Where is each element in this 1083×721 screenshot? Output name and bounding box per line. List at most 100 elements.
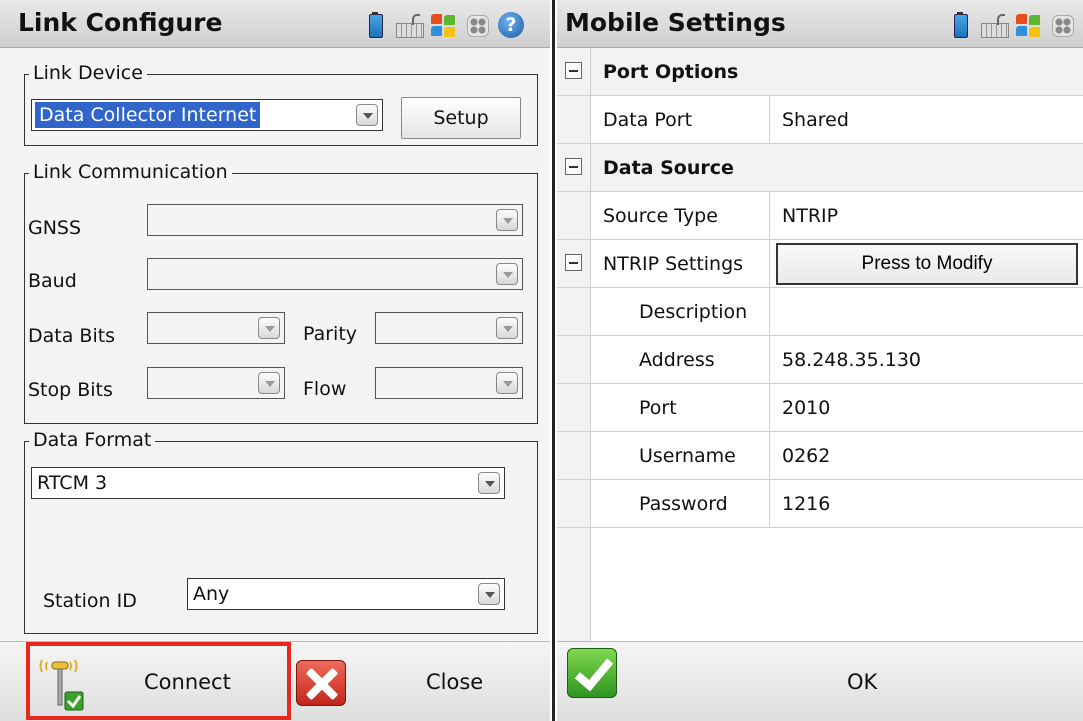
chevron-down-icon[interactable] — [478, 472, 500, 494]
chevron-down-icon[interactable] — [356, 104, 378, 126]
ok-label: OK — [847, 670, 878, 694]
panel-divider — [550, 0, 557, 721]
title-bar: Link Configure ? — [0, 0, 550, 48]
link-communication-legend: Link Communication — [29, 161, 232, 183]
battery-icon[interactable] — [362, 12, 388, 38]
row-gutter — [557, 144, 591, 191]
connect-button[interactable]: Connect — [26, 642, 291, 721]
close-icon — [296, 660, 346, 706]
press-to-modify-button[interactable]: Press to Modify — [776, 243, 1078, 285]
property-value: NTRIP — [782, 205, 839, 227]
row-data-port[interactable]: Data Port Shared — [557, 96, 1083, 144]
property-name: Address — [639, 349, 715, 371]
row-password[interactable]: Password 1216 — [557, 480, 1083, 528]
data-format-value: RTCM 3 — [37, 472, 108, 494]
section-data-source[interactable]: Data Source — [557, 144, 1083, 192]
data-format-select[interactable]: RTCM 3 — [31, 467, 505, 499]
row-gutter — [557, 432, 591, 479]
section-label: Port Options — [603, 61, 739, 83]
chevron-down-icon — [496, 209, 518, 231]
row-gutter — [557, 336, 591, 383]
ok-button[interactable]: OK — [557, 642, 1083, 721]
close-label: Close — [426, 670, 484, 694]
row-source-type[interactable]: Source Type NTRIP — [557, 192, 1083, 240]
link-configure-window: Link Configure ? Link Device Data Collec… — [0, 0, 550, 721]
chevron-down-icon — [258, 372, 280, 394]
row-username[interactable]: Username 0262 — [557, 432, 1083, 480]
connect-label: Connect — [144, 670, 231, 694]
link-device-value: Data Collector Internet — [35, 102, 261, 128]
collapse-icon[interactable] — [565, 62, 582, 79]
keyboard-icon[interactable] — [396, 12, 424, 38]
link-device-select[interactable]: Data Collector Internet — [31, 99, 383, 131]
baud-select — [147, 258, 523, 290]
property-name: Data Port — [603, 109, 693, 131]
system-tray: ? — [362, 11, 524, 39]
checkmark-icon — [567, 648, 617, 698]
link-device-group: Link Device Data Collector Internet Setu… — [24, 62, 538, 146]
section-port-options[interactable]: Port Options — [557, 48, 1083, 96]
station-id-label: Station ID — [43, 590, 137, 612]
gnss-select — [147, 204, 523, 236]
setup-button[interactable]: Setup — [401, 97, 521, 139]
stop-bits-select — [147, 367, 285, 399]
link-device-legend: Link Device — [29, 62, 147, 84]
battery-icon[interactable] — [947, 12, 973, 38]
window-title: Mobile Settings — [565, 8, 786, 37]
property-value[interactable]: 58.248.35.130 — [782, 348, 921, 372]
property-value[interactable]: 1216 — [782, 492, 830, 516]
section-label: Data Source — [603, 157, 734, 179]
property-value[interactable]: 2010 — [782, 396, 830, 420]
chevron-down-icon — [496, 317, 518, 339]
flow-label: Flow — [303, 378, 347, 400]
flow-select — [375, 367, 523, 399]
row-address[interactable]: Address 58.248.35.130 — [557, 336, 1083, 384]
baud-label: Baud — [28, 270, 77, 292]
parity-select — [375, 312, 523, 344]
window-title: Link Configure — [18, 8, 223, 37]
row-gutter — [557, 384, 591, 431]
row-gutter — [557, 48, 591, 95]
property-name: Port — [639, 397, 677, 419]
apps-icon[interactable] — [1049, 12, 1075, 38]
row-description[interactable]: Description — [557, 288, 1083, 336]
apps-icon[interactable] — [464, 12, 490, 38]
data-format-legend: Data Format — [29, 429, 156, 451]
property-name: NTRIP Settings — [603, 253, 744, 275]
help-icon[interactable]: ? — [498, 12, 524, 38]
row-ntrip-settings[interactable]: NTRIP Settings Press to Modify — [557, 240, 1083, 288]
collapse-icon[interactable] — [565, 158, 582, 175]
data-bits-label: Data Bits — [28, 325, 116, 347]
mobile-settings-window: Mobile Settings Port Options Data Port S… — [557, 0, 1083, 721]
station-id-select[interactable]: Any — [187, 578, 505, 610]
property-value: Shared — [782, 109, 849, 131]
chevron-down-icon — [496, 372, 518, 394]
stop-bits-label: Stop Bits — [28, 379, 113, 401]
collapse-icon[interactable] — [565, 254, 582, 271]
chevron-down-icon — [258, 317, 280, 339]
bottom-command-bar: Connect Close — [0, 641, 550, 721]
property-name: Source Type — [603, 205, 718, 227]
system-tray — [947, 11, 1075, 39]
property-name: Password — [639, 493, 728, 515]
property-grid: Port Options Data Port Shared Data Sourc… — [557, 48, 1083, 641]
close-button[interactable]: Close — [286, 642, 550, 721]
row-port[interactable]: Port 2010 — [557, 384, 1083, 432]
grid-empty-area — [557, 528, 1083, 641]
antenna-icon — [39, 659, 84, 711]
property-name: Username — [639, 445, 736, 467]
property-name: Description — [639, 301, 748, 323]
chevron-down-icon — [496, 263, 518, 285]
link-communication-group: Link Communication GNSS Baud Data Bits P… — [24, 161, 538, 424]
chevron-down-icon[interactable] — [478, 583, 500, 605]
row-gutter — [557, 288, 591, 335]
property-value[interactable]: 0262 — [782, 444, 830, 468]
bottom-command-bar: OK — [557, 641, 1083, 721]
keyboard-icon[interactable] — [981, 12, 1009, 38]
windows-start-icon[interactable] — [430, 12, 456, 38]
row-gutter — [557, 192, 591, 239]
windows-start-icon[interactable] — [1015, 12, 1041, 38]
row-gutter — [557, 480, 591, 527]
parity-label: Parity — [303, 323, 358, 345]
title-bar: Mobile Settings — [557, 0, 1083, 48]
